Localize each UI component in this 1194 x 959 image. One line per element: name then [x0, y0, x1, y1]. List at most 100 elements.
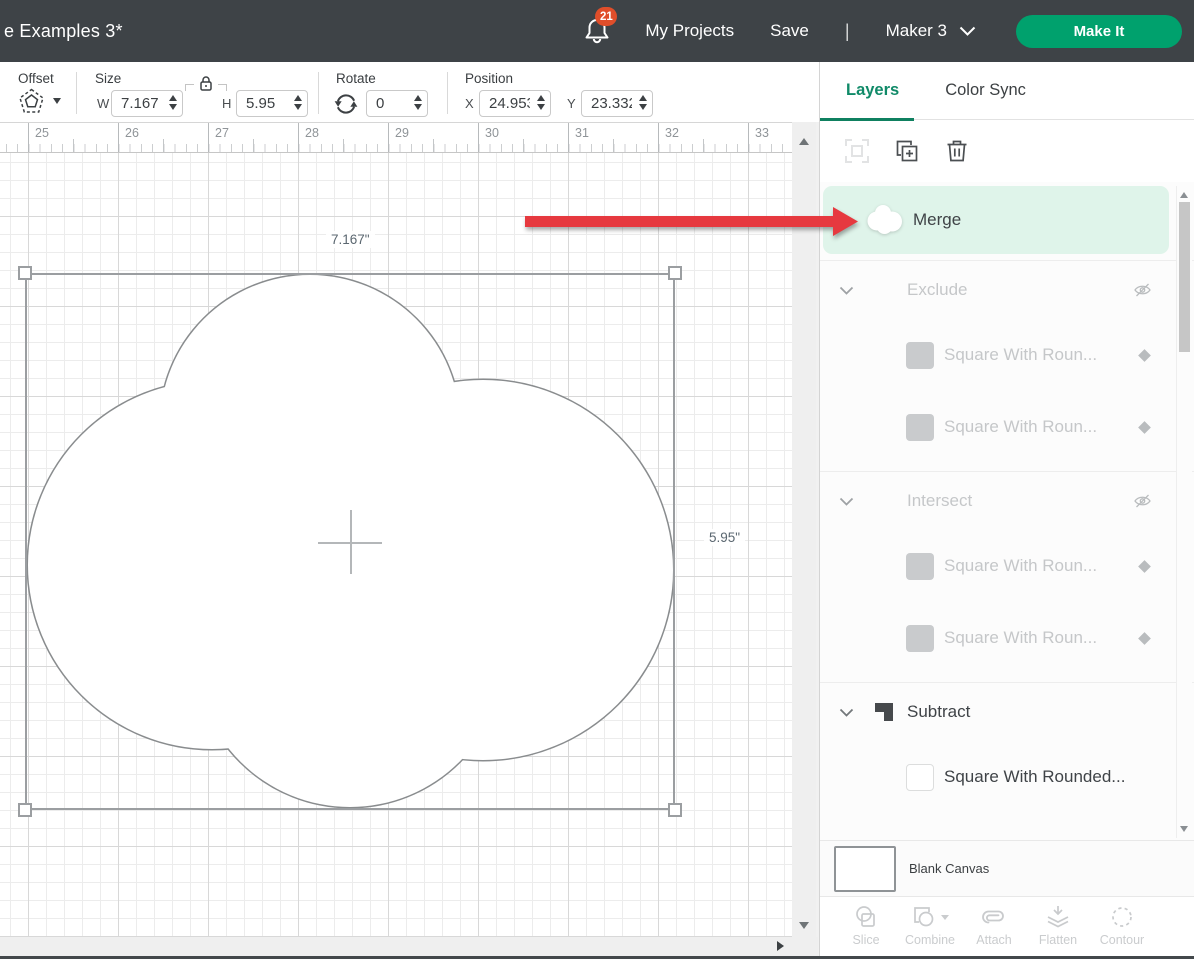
height-stepper[interactable] — [294, 95, 302, 110]
layers-list: Merge Exclude Square With Roun... Squ — [820, 182, 1194, 840]
panel-bottom-toolbar: Slice Combine Attach — [820, 897, 1194, 959]
slice-button[interactable]: Slice — [834, 903, 898, 947]
hidden-eye-icon[interactable] — [1133, 281, 1152, 299]
layer-label: Square With Roun... — [944, 417, 1097, 437]
group-label: Exclude — [907, 280, 967, 300]
chevron-down-icon — [959, 26, 976, 37]
group-label: Subtract — [907, 702, 970, 722]
ruler-number: 25 — [35, 126, 49, 140]
layer-actions-row — [820, 120, 1194, 182]
layer-row-merge[interactable]: Merge — [823, 186, 1169, 254]
scroll-right-arrow-icon[interactable] — [777, 941, 784, 951]
rotate-stepper[interactable] — [414, 95, 422, 110]
toolbar-divider — [318, 72, 319, 114]
canvas-vertical-scrollbar[interactable] — [792, 122, 816, 937]
layer-row-square-1[interactable]: Square With Roun... — [820, 319, 1194, 391]
contour-button[interactable]: Contour — [1090, 903, 1154, 947]
layer-row-square-3[interactable]: Square With Roun... — [820, 530, 1194, 602]
lock-icon[interactable] — [199, 74, 213, 92]
flatten-button[interactable]: Flatten — [1026, 903, 1090, 947]
top-header-bar: e Examples 3* 21 My Projects Save | Make… — [0, 0, 1194, 62]
select-all-icon[interactable] — [844, 138, 870, 164]
size-label: Size — [95, 71, 121, 86]
offset-caret-icon — [53, 98, 61, 104]
color-diamond-icon[interactable] — [1138, 421, 1151, 434]
layer-row-square-5[interactable]: Square With Rounded... — [820, 741, 1194, 813]
ruler-number: 29 — [395, 126, 409, 140]
machine-name: Maker 3 — [886, 21, 947, 41]
make-it-button[interactable]: Make It — [1016, 15, 1182, 48]
layer-row-square-4[interactable]: Square With Roun... — [820, 602, 1194, 674]
contour-label: Contour — [1100, 933, 1144, 947]
blank-canvas-row[interactable]: Blank Canvas — [820, 840, 1194, 897]
active-tab-underline — [820, 118, 914, 121]
machine-selector[interactable]: Maker 3 — [886, 21, 976, 41]
width-field[interactable] — [111, 90, 183, 117]
layer-group-intersect[interactable]: Intersect — [820, 472, 1194, 530]
resize-handle-bottom-right[interactable] — [668, 803, 682, 817]
resize-handle-top-left[interactable] — [18, 266, 32, 280]
color-diamond-icon[interactable] — [1138, 632, 1151, 645]
layer-thumbnail — [906, 342, 934, 369]
offset-label: Offset — [18, 71, 54, 86]
center-crosshair-vertical — [350, 510, 352, 574]
attach-icon — [980, 906, 1008, 928]
nav-my-projects[interactable]: My Projects — [645, 21, 734, 41]
ruler-number: 26 — [125, 126, 139, 140]
chevron-down-icon[interactable] — [839, 497, 854, 506]
rotate-icon[interactable] — [333, 91, 359, 117]
slice-icon — [853, 904, 879, 930]
resize-handle-bottom-left[interactable] — [18, 803, 32, 817]
layer-group-exclude[interactable]: Exclude — [820, 261, 1194, 319]
width-dimension-label: 7.167" — [326, 231, 375, 248]
position-label: Position — [465, 71, 513, 86]
combine-caret-icon — [941, 915, 949, 920]
resize-handle-top-right[interactable] — [668, 266, 682, 280]
color-diamond-icon[interactable] — [1138, 349, 1151, 362]
notifications-button[interactable]: 21 — [583, 14, 613, 48]
edit-toolbar: Offset Size W H — [0, 62, 819, 122]
canvas-horizontal-scrollbar[interactable] — [0, 937, 818, 956]
height-field[interactable] — [236, 90, 308, 117]
scroll-up-arrow-icon[interactable] — [1180, 192, 1188, 198]
scroll-down-arrow-icon[interactable] — [1180, 826, 1188, 832]
layer-label: Square With Roun... — [944, 345, 1097, 365]
chevron-down-icon[interactable] — [839, 708, 854, 717]
lock-bracket-left — [185, 84, 194, 91]
hidden-eye-icon[interactable] — [1133, 492, 1152, 510]
attach-label: Attach — [976, 933, 1011, 947]
tab-color-sync[interactable]: Color Sync — [945, 81, 1026, 100]
nav-save[interactable]: Save — [770, 21, 809, 41]
merge-shape-thumbnail — [866, 201, 904, 239]
color-diamond-icon[interactable] — [1138, 560, 1151, 573]
panel-scrollbar[interactable] — [1176, 186, 1192, 838]
tab-layers[interactable]: Layers — [846, 81, 899, 100]
layer-row-square-2[interactable]: Square With Roun... — [820, 391, 1194, 463]
panel-tabs: Layers Color Sync — [820, 62, 1194, 120]
scroll-up-arrow-icon[interactable] — [799, 138, 809, 145]
layer-group-subtract[interactable]: Subtract — [820, 683, 1194, 741]
contour-icon — [1109, 904, 1135, 930]
duplicate-icon[interactable] — [894, 138, 920, 164]
width-stepper[interactable] — [169, 95, 177, 110]
combine-button[interactable]: Combine — [898, 903, 962, 947]
x-stepper[interactable] — [537, 95, 545, 110]
y-stepper[interactable] — [639, 95, 647, 110]
x-position-field[interactable] — [479, 90, 551, 117]
project-title: e Examples 3* — [4, 21, 123, 42]
blank-canvas-swatch — [834, 846, 896, 892]
subtract-icon — [872, 700, 896, 724]
trash-icon[interactable] — [944, 138, 970, 164]
y-position-field[interactable] — [581, 90, 653, 117]
layer-label: Square With Roun... — [944, 628, 1097, 648]
attach-button[interactable]: Attach — [962, 903, 1026, 947]
chevron-down-icon[interactable] — [839, 286, 854, 295]
rotate-field[interactable] — [366, 90, 428, 117]
flatten-label: Flatten — [1039, 933, 1077, 947]
layer-thumbnail — [906, 764, 934, 791]
scroll-down-arrow-icon[interactable] — [799, 922, 809, 929]
ruler-number: 32 — [665, 126, 679, 140]
scrollbar-thumb[interactable] — [1179, 202, 1190, 352]
ruler-number: 31 — [575, 126, 589, 140]
offset-button[interactable] — [18, 88, 61, 114]
